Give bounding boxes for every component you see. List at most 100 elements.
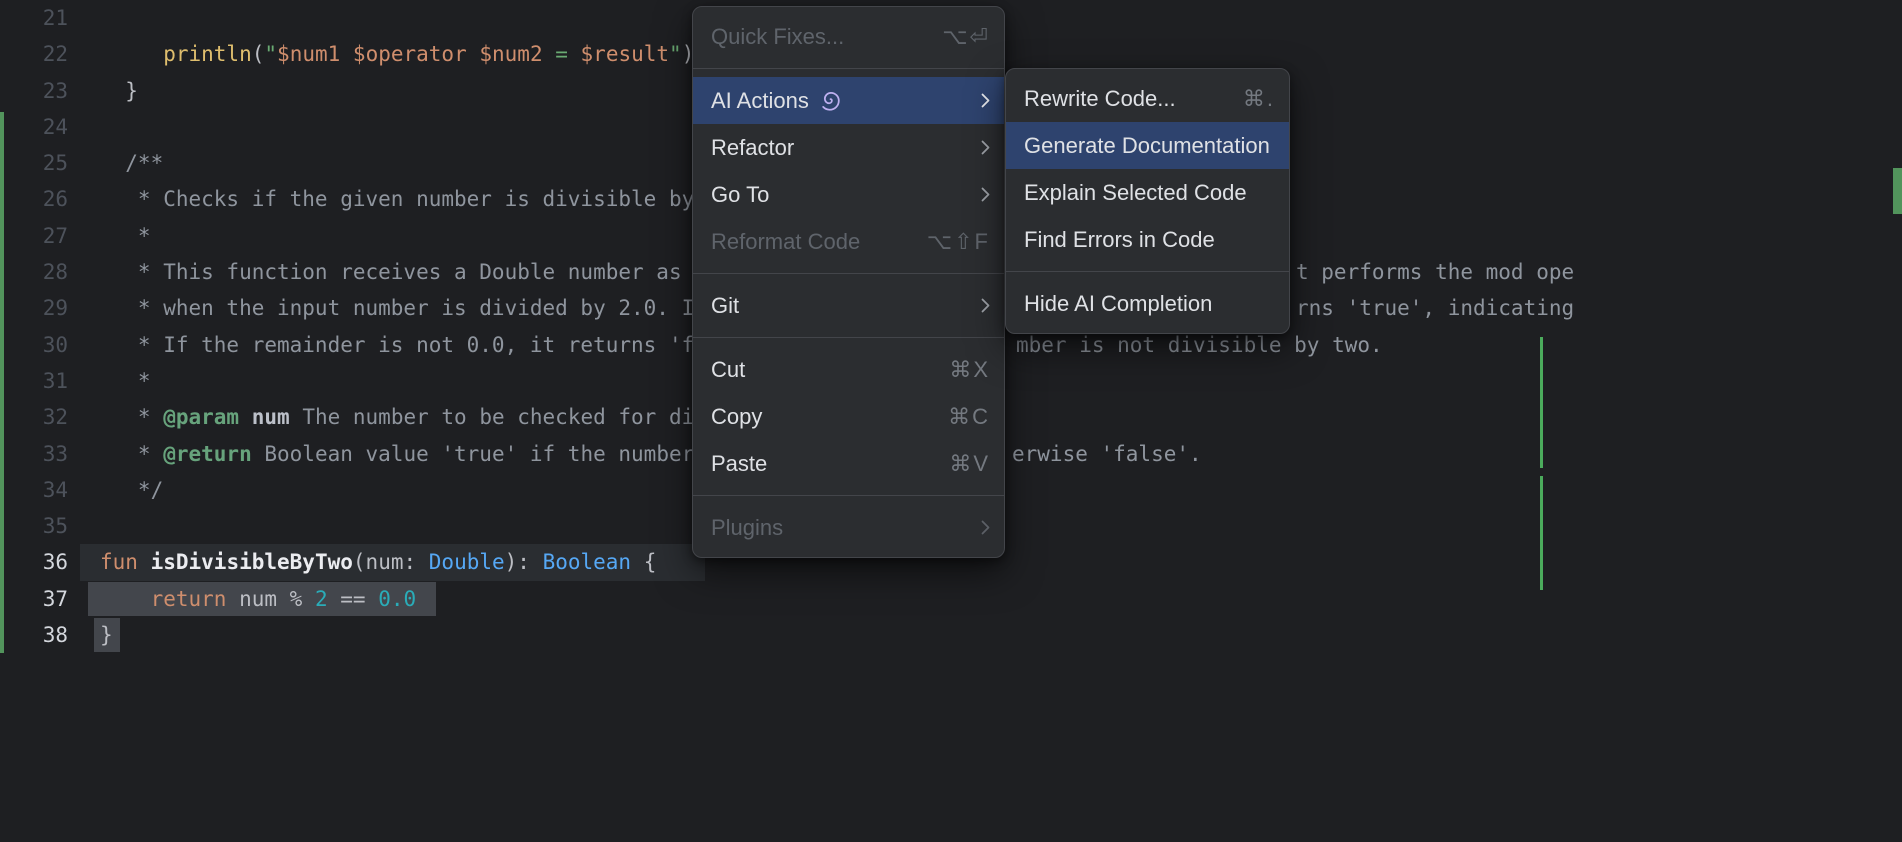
menu-item-rewrite-code[interactable]: Rewrite Code...⌘.: [1006, 75, 1289, 122]
submenu-arrow-icon: [981, 298, 990, 313]
code-token: fun: [100, 550, 138, 574]
code-token: [340, 42, 353, 66]
line-number[interactable]: 24: [0, 109, 68, 145]
change-guide-bottom: [1540, 476, 1543, 590]
ide-editor-screen: 2122 println("$num1 $operator $num2 = $r…: [0, 0, 1902, 842]
menu-item-quick-fixes: Quick Fixes...⌥⏎: [693, 13, 1004, 60]
menu-item-go-to[interactable]: Go To: [693, 171, 1004, 218]
line-number[interactable]: 33: [0, 436, 68, 472]
menu-item-find-errors-in-code[interactable]: Find Errors in Code: [1006, 216, 1289, 263]
line-number[interactable]: 36: [0, 544, 68, 580]
menu-shortcut: ⌥⇧F: [927, 229, 990, 255]
menu-item-label: Cut: [711, 357, 745, 383]
code-text-fragment: erwise 'false'.: [1012, 436, 1202, 472]
menu-item-label: Plugins: [711, 515, 783, 541]
submenu-arrow-icon: [981, 187, 990, 202]
submenu-arrow-icon: [981, 140, 990, 155]
code-token: ": [669, 42, 682, 66]
code-token: [239, 405, 252, 429]
code-token: @param: [163, 405, 239, 429]
line-number[interactable]: 38: [0, 617, 68, 653]
code-token: (: [252, 42, 265, 66]
line-number[interactable]: 37: [0, 581, 68, 617]
menu-item-paste[interactable]: Paste⌘V: [693, 440, 1004, 487]
context-menu: Quick Fixes...⌥⏎ AI Actions Refactor Go To R…: [692, 6, 1005, 558]
code-token: $num1: [277, 42, 340, 66]
scrollbar-change-mark: [1893, 168, 1902, 214]
menu-item-cut[interactable]: Cut ⌘X: [693, 346, 1004, 393]
menu-item-plugins: Plugins: [693, 504, 1004, 551]
menu-separator: [1006, 271, 1289, 272]
code-token: /**: [100, 151, 163, 175]
line-number[interactable]: 22: [0, 36, 68, 72]
line-number[interactable]: 26: [0, 181, 68, 217]
code-token: *: [100, 369, 151, 393]
code-token: }: [100, 623, 113, 647]
code-token: isDivisibleByTwo: [151, 550, 353, 574]
menu-item-reformat-code: Reformat Code ⌥⇧F: [693, 218, 1004, 265]
menu-item-label: Copy: [711, 404, 762, 430]
line-number[interactable]: 25: [0, 145, 68, 181]
code-token: 0.0: [378, 587, 416, 611]
menu-item-label: Find Errors in Code: [1024, 227, 1215, 253]
code-token: }: [100, 79, 138, 103]
code-token: :: [403, 550, 428, 574]
line-number[interactable]: 35: [0, 508, 68, 544]
code-text: * Checks if the given number is divisibl…: [100, 181, 694, 217]
menu-shortcut: ⌘V: [949, 451, 990, 477]
code-token: *: [100, 224, 151, 248]
code-text: */: [100, 472, 163, 508]
menu-item-ai-actions[interactable]: AI Actions: [693, 77, 1004, 124]
line-number[interactable]: 30: [0, 327, 68, 363]
menu-item-label: Go To: [711, 182, 769, 208]
change-guide-top: [1540, 337, 1543, 468]
code-token: ": [264, 42, 277, 66]
code-text-fragment: t performs the mod ope: [1296, 254, 1574, 290]
editor-line-38[interactable]: 38}: [0, 617, 1902, 653]
menu-separator: [693, 273, 1004, 274]
line-number[interactable]: 34: [0, 472, 68, 508]
menu-item-label: Rewrite Code...: [1024, 86, 1176, 112]
menu-item-git[interactable]: Git: [693, 282, 1004, 329]
code-token: [138, 550, 151, 574]
line-number[interactable]: 32: [0, 399, 68, 435]
code-token: *: [100, 405, 163, 429]
code-text-fragment: rns 'true', indicating: [1296, 290, 1574, 326]
submenu-arrow-icon: [981, 93, 990, 108]
menu-item-refactor[interactable]: Refactor: [693, 124, 1004, 171]
line-number[interactable]: 31: [0, 363, 68, 399]
line-number[interactable]: 27: [0, 218, 68, 254]
line-number[interactable]: 29: [0, 290, 68, 326]
menu-item-label: Generate Documentation: [1024, 133, 1270, 159]
line-number[interactable]: 23: [0, 73, 68, 109]
code-token: rns 'true', indicating: [1296, 296, 1574, 320]
menu-item-hide-ai-completion[interactable]: Hide AI Completion: [1006, 280, 1289, 327]
menu-item-label: Refactor: [711, 135, 794, 161]
menu-shortcut: ⌘C: [948, 404, 990, 430]
code-token: [100, 587, 151, 611]
menu-item-label: AI Actions: [711, 88, 809, 114]
code-token: $num2: [479, 42, 542, 66]
code-token: * when the input number is divided by 2.…: [100, 296, 694, 320]
menu-item-generate-documentation[interactable]: Generate Documentation: [1006, 122, 1289, 169]
code-token: {: [631, 550, 656, 574]
git-added-bar: [0, 112, 4, 653]
menu-item-copy[interactable]: Copy ⌘C: [693, 393, 1004, 440]
line-number[interactable]: 21: [0, 0, 68, 36]
ai-spiral-icon: [820, 90, 841, 111]
code-token: Double: [429, 550, 505, 574]
code-token: * This function receives a Double number…: [100, 260, 682, 284]
menu-item-explain-selected-code[interactable]: Explain Selected Code: [1006, 169, 1289, 216]
editor-line-37[interactable]: 37 return num % 2 == 0.0: [0, 581, 1902, 617]
code-text: * when the input number is divided by 2.…: [100, 290, 694, 326]
code-token: mber is not divisible by two.: [1016, 333, 1383, 357]
code-text: *: [100, 218, 151, 254]
code-token: */: [100, 478, 163, 502]
menu-item-label: Hide AI Completion: [1024, 291, 1212, 317]
menu-item-label: Reformat Code: [711, 229, 860, 255]
code-token: 2: [315, 587, 328, 611]
menu-separator: [693, 337, 1004, 338]
code-text: *: [100, 363, 151, 399]
menu-shortcut: ⌘X: [949, 357, 990, 383]
line-number[interactable]: 28: [0, 254, 68, 290]
